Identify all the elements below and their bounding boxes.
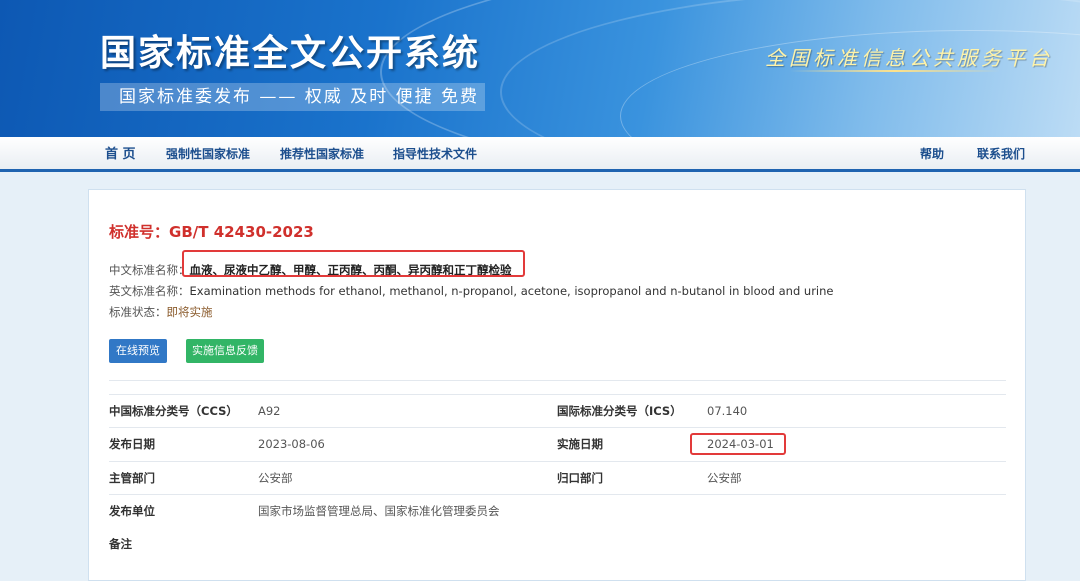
nav-guidance-documents[interactable]: 指导性技术文件 (393, 137, 477, 172)
impl-date-label: 实施日期 (557, 437, 603, 451)
cn-name-highlight-box (182, 250, 525, 277)
en-name-label: 英文标准名称： (109, 284, 190, 298)
online-preview-button[interactable]: 在线预览 (109, 339, 167, 363)
belong-value: 公安部 (707, 471, 742, 485)
publisher-label: 发布单位 (109, 504, 155, 518)
platform-underline (790, 70, 1000, 72)
cn-name-label: 中文标准名称： (109, 263, 190, 277)
en-name-row: 英文标准名称：Examination methods for ethanol, … (109, 283, 834, 299)
ics-label: 国际标准分类号（ICS） (557, 404, 682, 418)
table-row: 中国标准分类号（CCS） A92 国际标准分类号（ICS） 07.140 (109, 394, 1006, 428)
en-name-value: Examination methods for ethanol, methano… (189, 284, 834, 298)
status-row: 标准状态：即将实施 (109, 304, 213, 320)
remark-label: 备注 (109, 537, 132, 551)
header-banner: 国家标准全文公开系统 国家标准委发布 —— 权威 及时 便捷 免费 全国标准信息… (0, 0, 1080, 137)
table-row: 主管部门 公安部 归口部门 公安部 (109, 461, 1006, 495)
ccs-value: A92 (258, 404, 281, 418)
dept-label: 主管部门 (109, 471, 155, 485)
nav-contact-us[interactable]: 联系我们 (977, 137, 1025, 172)
nav-help[interactable]: 帮助 (920, 137, 944, 172)
standard-detail-card: 标准号：GB/T 42430-2023 中文标准名称：血液、尿液中乙醇、甲醇、正… (88, 189, 1026, 581)
main-nav: 首 页 强制性国家标准 推荐性国家标准 指导性技术文件 帮助 联系我们 (0, 137, 1080, 172)
publish-date-label: 发布日期 (109, 437, 155, 451)
publish-date-value: 2023-08-06 (258, 437, 325, 451)
standard-number-value: GB/T 42430-2023 (169, 223, 314, 241)
site-slogan: 国家标准委发布 —— 权威 及时 便捷 免费 (100, 83, 485, 111)
site-title: 国家标准全文公开系统 (100, 33, 481, 74)
standard-number: 标准号：GB/T 42430-2023 (109, 221, 314, 242)
nav-recommended-standards[interactable]: 推荐性国家标准 (280, 137, 364, 172)
ics-value: 07.140 (707, 404, 748, 418)
publisher-value: 国家市场监督管理总局、国家标准化管理委员会 (258, 504, 500, 518)
platform-logo-text: 全国标准信息公共服务平台 (765, 46, 1053, 70)
status-value: 即将实施 (166, 305, 213, 319)
impl-date-highlight-box (690, 433, 786, 455)
table-row: 发布单位 国家市场监督管理总局、国家标准化管理委员会 (109, 494, 1006, 528)
feedback-button[interactable]: 实施信息反馈 (186, 339, 264, 363)
nav-mandatory-standards[interactable]: 强制性国家标准 (166, 137, 250, 172)
dept-value: 公安部 (258, 471, 293, 485)
status-label: 标准状态： (109, 305, 167, 319)
table-row: 发布日期 2023-08-06 实施日期 2024-03-01 (109, 427, 1006, 461)
standard-number-label: 标准号： (109, 223, 170, 241)
ccs-label: 中国标准分类号（CCS） (109, 404, 238, 418)
belong-label: 归口部门 (557, 471, 603, 485)
nav-home[interactable]: 首 页 (105, 137, 136, 172)
table-row: 备注 (109, 528, 1006, 561)
